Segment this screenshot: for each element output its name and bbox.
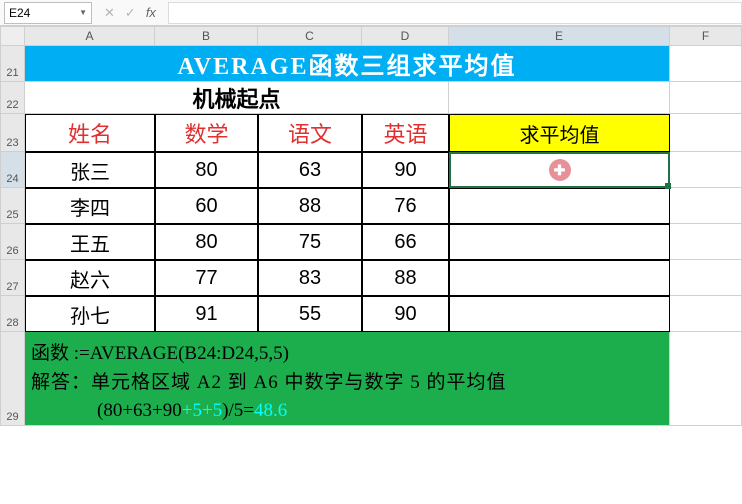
col-header[interactable]: B	[155, 26, 258, 46]
cell-chinese[interactable]: 63	[258, 152, 362, 188]
cell-avg-active[interactable]: ✚	[449, 152, 670, 188]
header-math[interactable]: 数学	[155, 114, 258, 152]
cell-chinese[interactable]: 83	[258, 260, 362, 296]
row-header[interactable]: 22	[0, 82, 25, 114]
row-header[interactable]: 21	[0, 46, 25, 82]
cell-name[interactable]: 李四	[25, 188, 155, 224]
cell-name[interactable]: 张三	[25, 152, 155, 188]
cell-name[interactable]: 王五	[25, 224, 155, 260]
row-header[interactable]: 23	[0, 114, 25, 152]
cell[interactable]	[670, 114, 742, 152]
select-all-corner[interactable]	[0, 26, 25, 46]
cell-math[interactable]: 91	[155, 296, 258, 332]
footer-line-1: 函数 :=AVERAGE(B24:D24,5,5)	[31, 340, 663, 369]
cell-english[interactable]: 88	[362, 260, 449, 296]
header-chinese[interactable]: 语文	[258, 114, 362, 152]
cell[interactable]	[670, 188, 742, 224]
cell-chinese[interactable]: 88	[258, 188, 362, 224]
cursor-icon: ✚	[549, 159, 571, 181]
cell[interactable]	[670, 82, 742, 114]
cell-avg[interactable]	[449, 224, 670, 260]
fx-controls: ✕ ✓ fx	[92, 5, 168, 21]
subtitle-cell[interactable]: 机械起点	[25, 82, 449, 114]
footer-line-3: (80+63+90+5+5)/5=48.6	[31, 397, 663, 426]
cell[interactable]	[670, 224, 742, 260]
cell-math[interactable]: 80	[155, 224, 258, 260]
spreadsheet: A B C D E F 21 AVERAGE函数三组求平均值 22 机械起点 2…	[0, 26, 742, 426]
cell-english[interactable]: 76	[362, 188, 449, 224]
name-box[interactable]: E24 ▼	[4, 2, 92, 24]
row-header[interactable]: 25	[0, 188, 25, 224]
header-avg[interactable]: 求平均值	[449, 114, 670, 152]
cell[interactable]	[670, 152, 742, 188]
cell-avg[interactable]	[449, 296, 670, 332]
col-header[interactable]: D	[362, 26, 449, 46]
cell-name[interactable]: 赵六	[25, 260, 155, 296]
cell[interactable]	[449, 82, 670, 114]
fx-icon[interactable]: fx	[146, 5, 156, 20]
confirm-icon[interactable]: ✓	[125, 5, 136, 21]
cell-english[interactable]: 90	[362, 296, 449, 332]
row-header[interactable]: 24	[0, 152, 25, 188]
cell-math[interactable]: 80	[155, 152, 258, 188]
row-header[interactable]: 28	[0, 296, 25, 332]
header-english[interactable]: 英语	[362, 114, 449, 152]
cell-english[interactable]: 90	[362, 152, 449, 188]
cell[interactable]	[670, 260, 742, 296]
col-header[interactable]: C	[258, 26, 362, 46]
cell-math[interactable]: 77	[155, 260, 258, 296]
explanation-block[interactable]: 函数 :=AVERAGE(B24:D24,5,5) 解答：单元格区域 A2 到 …	[25, 332, 670, 426]
chevron-down-icon[interactable]: ▼	[79, 8, 87, 17]
formula-bar: E24 ▼ ✕ ✓ fx	[0, 0, 742, 26]
title-cell[interactable]: AVERAGE函数三组求平均值	[25, 46, 670, 82]
cancel-icon[interactable]: ✕	[104, 5, 115, 21]
cell-chinese[interactable]: 75	[258, 224, 362, 260]
row-header[interactable]: 29	[0, 332, 25, 426]
cell-math[interactable]: 60	[155, 188, 258, 224]
col-header[interactable]: A	[25, 26, 155, 46]
header-name[interactable]: 姓名	[25, 114, 155, 152]
formula-input[interactable]	[168, 2, 742, 24]
col-header[interactable]: F	[670, 26, 742, 46]
row-header[interactable]: 27	[0, 260, 25, 296]
cell-english[interactable]: 66	[362, 224, 449, 260]
cell-name[interactable]: 孙七	[25, 296, 155, 332]
cell[interactable]	[670, 332, 742, 426]
cell-avg[interactable]	[449, 188, 670, 224]
footer-line-2: 解答：单元格区域 A2 到 A6 中数字与数字 5 的平均值	[31, 369, 663, 398]
cell[interactable]	[670, 46, 742, 82]
name-box-value: E24	[9, 6, 30, 20]
row-header[interactable]: 26	[0, 224, 25, 260]
cell-avg[interactable]	[449, 260, 670, 296]
column-headers: A B C D E F	[0, 26, 742, 46]
col-header[interactable]: E	[449, 26, 670, 46]
cell[interactable]	[670, 296, 742, 332]
cell-chinese[interactable]: 55	[258, 296, 362, 332]
